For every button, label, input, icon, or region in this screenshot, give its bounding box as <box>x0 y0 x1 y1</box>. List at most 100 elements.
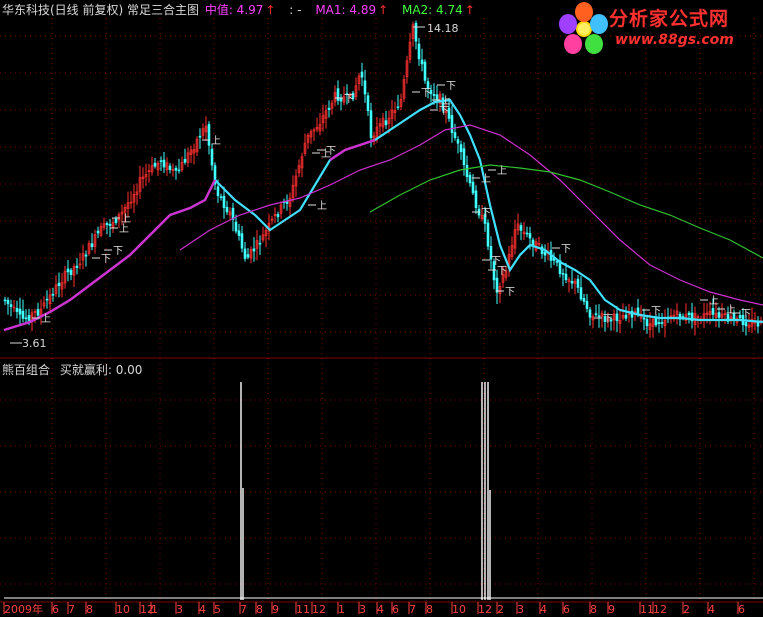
candle-body <box>108 223 112 226</box>
candle-body <box>456 139 460 144</box>
candle-body <box>660 322 664 324</box>
sell-signal-label: 下 <box>113 246 123 257</box>
candle-body <box>459 144 463 152</box>
time-axis-label: 12 <box>312 603 326 616</box>
candle-body <box>9 304 13 307</box>
candle-body <box>465 164 469 178</box>
candle-body <box>543 251 547 256</box>
candle-body <box>645 319 649 327</box>
candle-body <box>114 218 118 223</box>
time-axis-label: 11 <box>640 603 654 616</box>
sell-signal-label: 下 <box>497 266 507 277</box>
candle-body <box>210 148 214 166</box>
sell-signal-label: 下 <box>446 81 456 92</box>
colon-label: : - <box>289 3 302 17</box>
candle-body <box>717 312 721 318</box>
candle-body <box>339 98 343 102</box>
buy-signal-label: 上 <box>121 213 131 225</box>
logo-flower-icon <box>559 2 608 54</box>
time-axis-label: 2 <box>683 603 690 616</box>
buy-signal-label: 上 <box>317 200 327 212</box>
candle-body <box>177 169 181 172</box>
candle-body <box>711 308 715 315</box>
time-axis-label: 9 <box>272 603 279 616</box>
candle-body <box>432 94 436 96</box>
sell-signal-label: 下 <box>741 309 751 320</box>
candle-body <box>474 190 478 209</box>
candle-body <box>594 313 598 315</box>
price-chart[interactable]: 上上上上上上上上上上上下下下下下下下下下下下 下下下下 <box>0 0 763 617</box>
indicator-header: 熊百组合 买就赢利: 0.00 <box>2 362 142 378</box>
candle-body <box>642 317 646 320</box>
logo-name: 分析家公式网 <box>609 8 730 30</box>
time-axis-label: 8 <box>590 603 597 616</box>
candle-body <box>237 230 241 236</box>
candle-body <box>756 322 760 327</box>
time-axis-label: 12 <box>653 603 667 616</box>
time-axis-label: 9 <box>608 603 615 616</box>
candle-body <box>486 222 490 247</box>
candle-body <box>174 167 178 171</box>
candle-body <box>51 293 55 296</box>
sell-signal-label: 下 <box>421 88 431 99</box>
chart-header: 华东科技(日线 前复权) 常足三合主图 中值: 4.97 ↑ : - MA1: 4… <box>2 2 477 18</box>
up-arrow-icon: ↑ <box>378 3 389 17</box>
candle-body <box>162 159 166 168</box>
candle-body <box>222 195 226 208</box>
candle-body <box>570 280 574 284</box>
candle-body <box>453 132 457 138</box>
candle-body <box>240 233 244 249</box>
time-axis-label: 3 <box>176 603 183 616</box>
time-axis-label: 4 <box>377 603 384 616</box>
candle-body <box>336 88 340 101</box>
sell-signal-label: 下 <box>439 106 449 117</box>
candle-body <box>168 165 172 170</box>
time-axis-label: 11 <box>296 603 310 616</box>
candle-body <box>96 230 100 234</box>
ma1-label: MA1: 4.89 <box>315 3 377 17</box>
candle-body <box>564 273 568 281</box>
time-axis-label: 3 <box>359 603 366 616</box>
candle-body <box>360 71 364 78</box>
candle-body <box>576 278 580 288</box>
buy-signal-label: 上 <box>211 135 221 147</box>
sell-signal-label: 下 <box>101 254 111 265</box>
time-axis-label: 6 <box>563 603 570 616</box>
candle-body <box>207 124 211 146</box>
time-axis-label: 4 <box>540 603 547 616</box>
candle-body <box>597 315 601 318</box>
candle-body <box>366 95 370 111</box>
indicator-name: 熊百组合 <box>2 363 51 377</box>
candle-body <box>471 181 475 194</box>
time-axis-label: 8 <box>426 603 433 616</box>
candle-body <box>384 120 388 126</box>
time-axis-label: 10 <box>116 603 130 616</box>
time-axis-label: 2 <box>497 603 504 616</box>
time-axis-label: 6 <box>392 603 399 616</box>
up-arrow-icon: ↑ <box>464 3 475 17</box>
sell-signal-label: 下 <box>561 244 571 255</box>
candle-body <box>744 322 748 327</box>
candle-body <box>450 115 454 134</box>
up-arrow-icon: ↑ <box>265 3 276 17</box>
candle-body <box>624 314 628 319</box>
candle-body <box>24 317 28 320</box>
candle-body <box>183 158 187 163</box>
time-axis-label: 8 <box>86 603 93 616</box>
candle-body <box>57 282 61 286</box>
time-axis-label: 4 <box>199 603 206 616</box>
ma2-label: MA2: 4.74 <box>401 3 463 17</box>
candle-body <box>657 322 661 325</box>
candle-body <box>579 287 583 300</box>
ma-short-line-up <box>329 138 376 161</box>
candle-body <box>495 277 499 293</box>
candle-body <box>276 214 280 218</box>
candle-body <box>153 162 157 167</box>
candle-body <box>243 248 247 259</box>
candle-body <box>84 254 88 257</box>
candle-body <box>216 186 220 197</box>
candle-body <box>21 310 25 319</box>
time-axis-label: 8 <box>256 603 263 616</box>
time-axis-label: 1 <box>338 603 345 616</box>
candle-body <box>420 59 424 65</box>
